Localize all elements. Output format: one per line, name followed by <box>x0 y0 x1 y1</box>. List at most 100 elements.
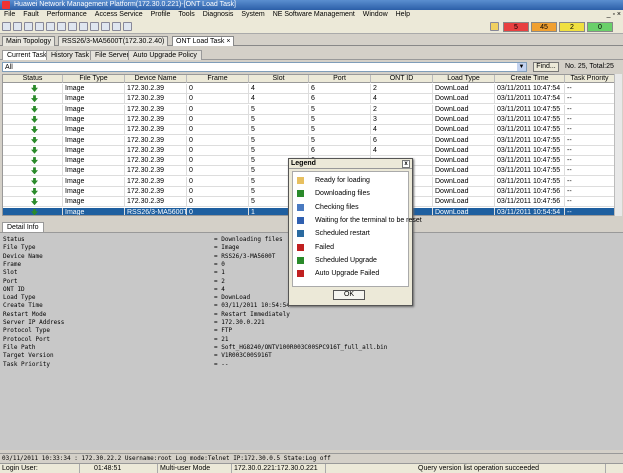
ready-icon <box>297 177 304 184</box>
performance-icon[interactable] <box>57 22 66 31</box>
print-icon[interactable] <box>123 22 132 31</box>
bell-icon[interactable] <box>490 22 499 31</box>
table-row[interactable]: Image 172.30.2.39 0 4 6 4 DownLoad 03/11/2011 1… <box>3 94 621 105</box>
table-cell: 5 <box>249 104 309 115</box>
open-icon[interactable] <box>2 22 11 31</box>
tab-history-task[interactable]: History Task <box>46 50 94 60</box>
table-cell: DownLoad <box>433 166 495 177</box>
table-cell: -- <box>565 156 615 167</box>
app-logo-icon <box>2 1 10 9</box>
menu-fault[interactable]: Fault <box>23 11 39 18</box>
tab-detail-info[interactable]: Detail Info <box>2 222 44 232</box>
column-header[interactable]: Status <box>3 75 63 83</box>
legend-item: Scheduled restart <box>297 229 407 239</box>
table-scrollbar[interactable] <box>614 74 622 216</box>
menu-file[interactable]: File <box>4 11 15 18</box>
table-cell: Image <box>63 207 125 215</box>
table-row[interactable]: Image 172.30.2.39 0 5 5 2 DownLoad 03/11/2011 1… <box>3 104 621 115</box>
table-cell: 6 <box>309 94 371 105</box>
downloading-icon <box>31 126 38 134</box>
table-cell: Image <box>63 187 125 197</box>
chevron-down-icon[interactable]: ▼ <box>517 63 526 71</box>
minor-alarm-count[interactable]: 2 <box>559 22 585 32</box>
table-cell <box>3 135 63 146</box>
detail-value: = 1 <box>214 269 225 277</box>
critical-alarm-count[interactable]: 5 <box>503 22 529 32</box>
filter-select[interactable]: All ▼ <box>2 62 527 72</box>
table-cell: 172.30.2.39 <box>125 84 187 94</box>
major-alarm-count[interactable]: 45 <box>531 22 557 32</box>
column-header[interactable]: Frame <box>187 75 249 83</box>
security-icon[interactable] <box>90 22 99 31</box>
column-header[interactable]: File Type <box>63 75 125 83</box>
table-row[interactable]: Image 172.30.2.39 0 5 5 6 DownLoad 03/11/2011 1… <box>3 135 621 146</box>
table-cell: 0 <box>187 84 249 94</box>
column-header[interactable]: Slot <box>249 75 309 83</box>
detail-label: Slot <box>3 269 18 277</box>
menu-access-service[interactable]: Access Service <box>95 11 143 18</box>
legend-item: Checking files <box>297 203 407 213</box>
menu-help[interactable]: Help <box>396 11 410 18</box>
table-cell: 2 <box>371 84 433 94</box>
table-cell: 2 <box>371 104 433 115</box>
waiting-icon <box>297 216 304 224</box>
menu-diagnosis[interactable]: Diagnosis <box>203 11 234 18</box>
menu-profile[interactable]: Profile <box>151 11 171 18</box>
config-icon[interactable] <box>68 22 77 31</box>
detail-value: = DownLoad <box>214 294 251 302</box>
restart-icon <box>297 230 304 238</box>
search-icon[interactable] <box>46 22 55 31</box>
warning-alarm-count[interactable]: 0 <box>587 22 613 32</box>
table-cell: 3 <box>371 114 433 125</box>
table-row[interactable]: Image 172.30.2.39 0 5 5 4 DownLoad 03/11/2011 1… <box>3 125 621 136</box>
table-cell: 03/11/2011 10:47:55 <box>495 156 565 167</box>
detail-value: = Soft_HG8240/ONTV100R003C00SPC916T_full… <box>214 343 388 351</box>
table-cell: 172.30.2.39 <box>125 166 187 177</box>
table-cell: 0 <box>187 176 249 187</box>
table-cell: 172.30.2.39 <box>125 156 187 167</box>
menu-system[interactable]: System <box>241 11 264 18</box>
menu-tools[interactable]: Tools <box>178 11 194 18</box>
menu-performance[interactable]: Performance <box>47 11 87 18</box>
table-cell: 172.30.2.39 <box>125 197 187 208</box>
ok-button[interactable]: OK <box>333 290 365 300</box>
find-button[interactable]: Find... <box>533 62 559 72</box>
table-row[interactable]: Image 172.30.2.39 0 5 6 4 DownLoad 03/11/2011 1… <box>3 145 621 156</box>
table-cell: Image <box>63 125 125 136</box>
tab-current-task[interactable]: Current Task <box>2 50 52 60</box>
table-row[interactable]: Image 172.30.2.39 0 4 6 2 DownLoad 03/11/2011 1… <box>3 84 621 94</box>
close-icon[interactable]: x <box>402 160 410 168</box>
mdi-window-controls[interactable]: _ ▫ × <box>607 10 621 20</box>
table-cell: Image <box>63 197 125 208</box>
topology-icon[interactable] <box>13 22 22 31</box>
legend-item: Auto Upgrade Failed <box>297 269 407 279</box>
column-header[interactable]: Load Type <box>433 75 495 83</box>
table-cell: 5 <box>309 135 371 146</box>
table-cell: -- <box>565 114 615 125</box>
legend-item-label: Auto Upgrade Failed <box>315 270 380 278</box>
table-cell: 0 <box>187 156 249 167</box>
tab-device[interactable]: RSS26/3-MA5600T(172.30.2.40) <box>58 36 169 46</box>
alarm-browse-icon[interactable] <box>24 22 33 31</box>
column-header[interactable]: Create Time <box>495 75 565 83</box>
refresh-icon[interactable] <box>35 22 44 31</box>
column-header[interactable]: Port <box>309 75 371 83</box>
column-header[interactable]: Device Name <box>125 75 187 83</box>
tab-main-topology[interactable]: Main Topology <box>2 36 56 46</box>
table-cell <box>3 176 63 187</box>
tab-ont-load-task[interactable]: ONT Load Task × <box>172 36 235 46</box>
menu-window[interactable]: Window <box>363 11 388 18</box>
detail-label: File Type <box>3 244 36 252</box>
user-icon[interactable] <box>101 22 110 31</box>
detail-value: = -- <box>214 360 229 368</box>
column-header[interactable]: ONT ID <box>371 75 433 83</box>
column-header[interactable]: Task Priority <box>565 75 615 83</box>
table-cell: DownLoad <box>433 187 495 197</box>
table-cell: DownLoad <box>433 156 495 167</box>
menu-ne-software-management[interactable]: NE Software Management <box>273 11 355 18</box>
service-icon[interactable] <box>79 22 88 31</box>
table-row[interactable]: Image 172.30.2.39 0 5 5 3 DownLoad 03/11/2011 1… <box>3 114 621 125</box>
tab-auto-upgrade-policy[interactable]: Auto Upgrade Policy <box>128 50 202 60</box>
user-mode: Multi-user Mode <box>158 464 232 473</box>
lock-icon[interactable] <box>112 22 121 31</box>
